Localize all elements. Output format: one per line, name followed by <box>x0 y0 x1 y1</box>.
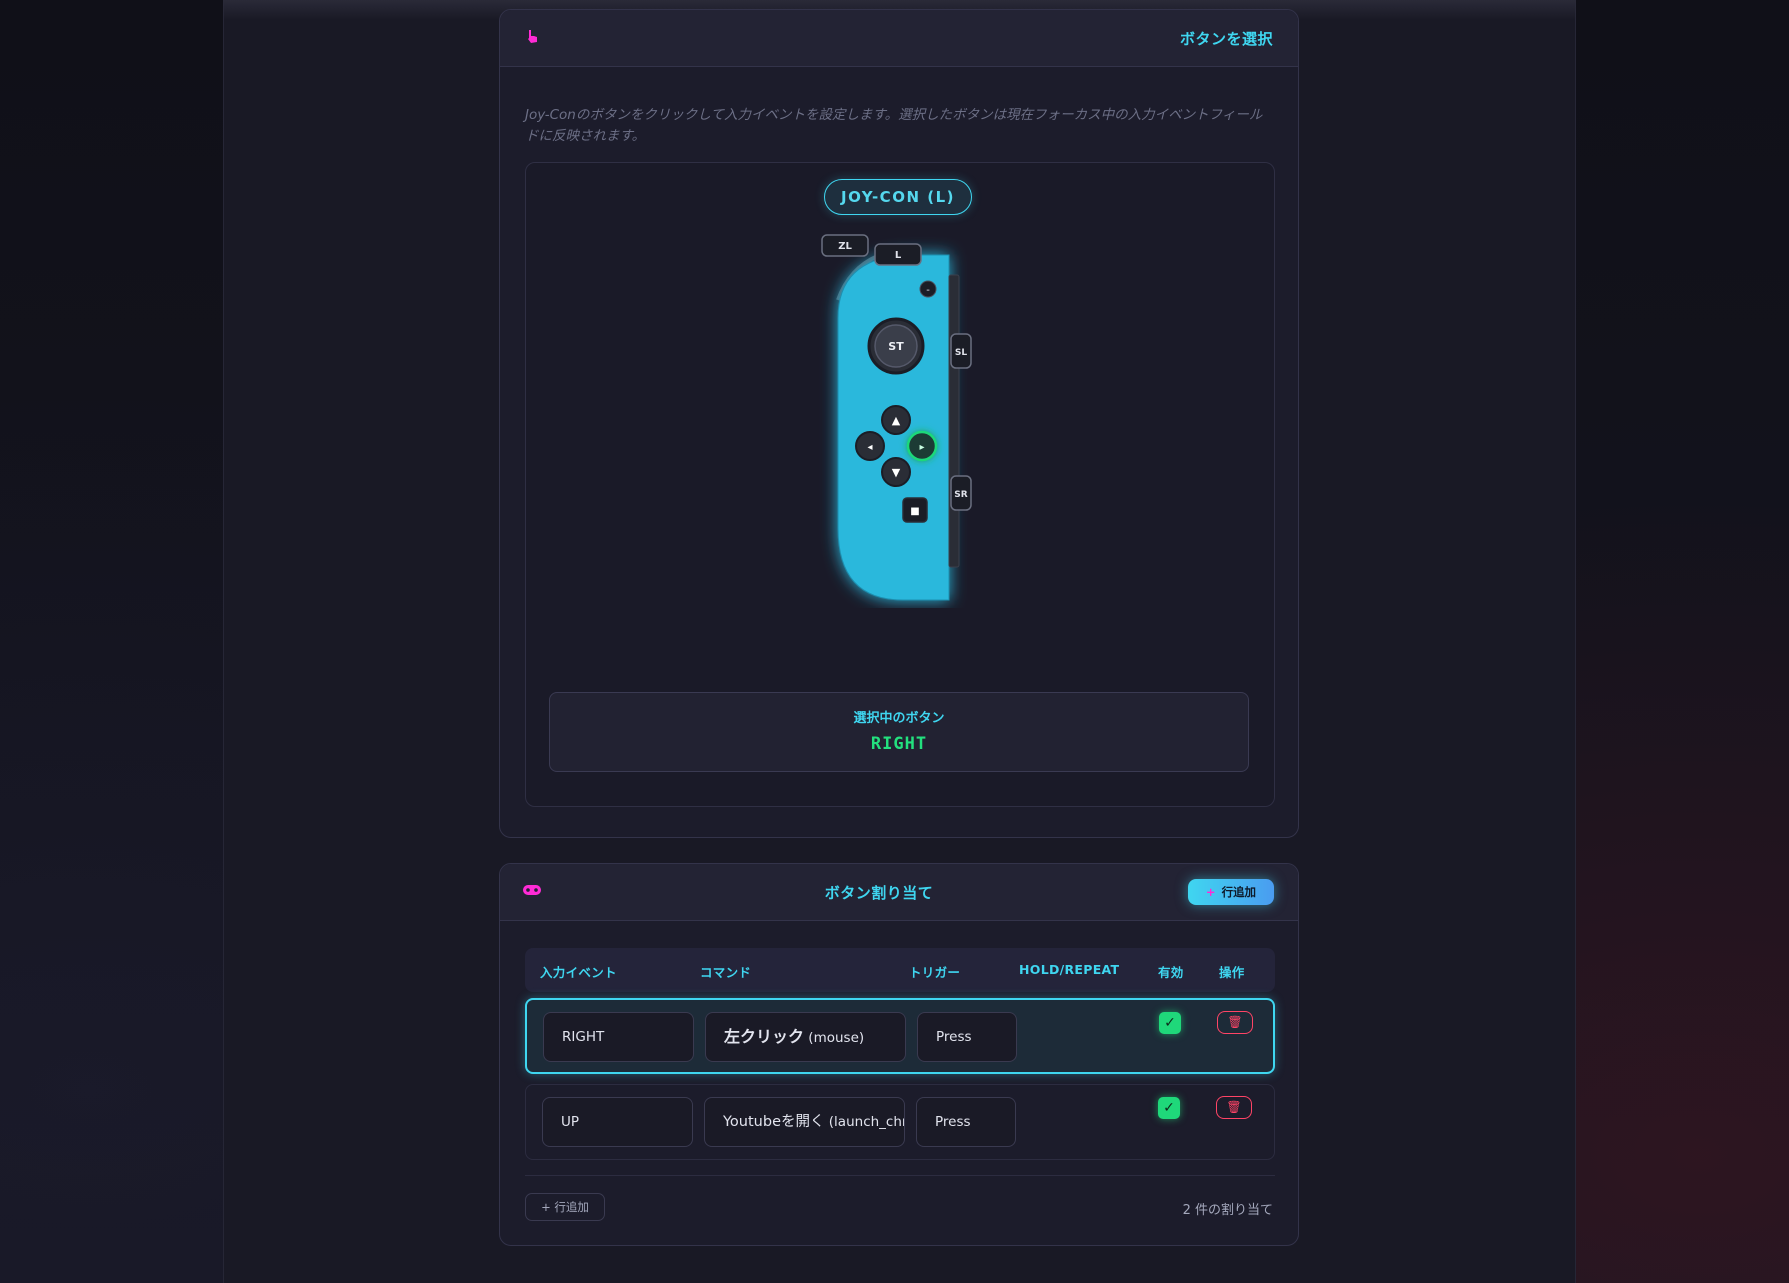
svg-text:■: ■ <box>910 506 919 517</box>
trash-icon: 🗑 <box>1226 1100 1242 1114</box>
add-row-button-top[interactable]: + 行追加 <box>1188 879 1274 905</box>
card-header: ボタン割り当て + 行追加 <box>500 864 1298 921</box>
delete-button[interactable]: 🗑 <box>1216 1096 1252 1119</box>
add-row-label: 行追加 <box>1221 885 1257 899</box>
command-select[interactable]: Youtubeを開く (launch_chrome) <box>704 1097 905 1147</box>
sl-button[interactable]: SL <box>950 333 972 369</box>
selected-button-display: 選択中のボタン RIGHT <box>549 692 1249 772</box>
add-row-label: 行追加 <box>554 1200 589 1214</box>
svg-text:▸: ▸ <box>919 442 924 453</box>
analog-stick[interactable]: ST <box>867 317 925 375</box>
svg-text:▼: ▼ <box>892 466 901 479</box>
controller-title: JOY-CON (L) <box>824 179 972 215</box>
column-header-event: 入力イベント <box>540 965 617 980</box>
enabled-checkbox[interactable]: ✓ <box>1158 1097 1180 1119</box>
svg-text:-: - <box>926 285 930 296</box>
svg-text:ST: ST <box>888 340 904 353</box>
l-button[interactable]: L <box>874 243 922 266</box>
command-type: (launch_chrome) <box>828 1114 905 1130</box>
svg-text:SL: SL <box>955 348 967 358</box>
sr-button[interactable]: SR <box>950 475 972 511</box>
zl-button[interactable]: ZL <box>821 234 869 257</box>
svg-text:SR: SR <box>954 490 967 500</box>
card-title: ボタンを選択 <box>1179 30 1273 48</box>
table-row: UP Youtubeを開く (launch_chrome) Press ✓ 🗑 <box>525 1084 1275 1160</box>
card-title: ボタン割り当て <box>824 884 934 902</box>
assignment-count: 2 件の割り当て <box>1182 1203 1273 1218</box>
command-select[interactable]: 左クリック (mouse) <box>705 1012 906 1062</box>
minus-button[interactable]: - <box>919 280 937 298</box>
plus-icon: + <box>541 1200 555 1214</box>
svg-text:◂: ◂ <box>867 442 872 453</box>
svg-text:▲: ▲ <box>892 414 901 427</box>
delete-button[interactable]: 🗑 <box>1217 1011 1253 1034</box>
event-input[interactable]: RIGHT <box>543 1012 694 1062</box>
button-assignment-card: ボタン割り当て + 行追加 入力イベント コマンド トリガー HOLD/REPEA… <box>499 863 1299 1246</box>
column-header-hold-repeat: HOLD/REPEAT <box>1019 962 1120 977</box>
column-header-enabled: 有効 <box>1158 965 1184 980</box>
dpad-right-button[interactable]: ▸ <box>906 430 938 462</box>
pointer-hand-icon <box>522 28 542 48</box>
selected-button-value: RIGHT <box>870 734 928 754</box>
column-header-trigger: トリガー <box>909 965 961 980</box>
capture-button[interactable]: ■ <box>902 497 928 523</box>
plus-icon: + <box>1205 885 1216 899</box>
trigger-select[interactable]: Press <box>916 1097 1016 1147</box>
dpad-up-button[interactable]: ▲ <box>881 405 911 435</box>
divider <box>525 1175 1275 1176</box>
command-type: (mouse) <box>804 1030 865 1046</box>
svg-text:ZL: ZL <box>838 241 852 252</box>
table-header: 入力イベント コマンド トリガー HOLD/REPEAT 有効 操作 <box>525 948 1275 992</box>
event-input[interactable]: UP <box>542 1097 693 1147</box>
joycon-controller: ZL L - ST SL SR ▲ ◂ ▸ ▼ ■ <box>821 234 972 601</box>
dpad-left-button[interactable]: ◂ <box>855 431 885 461</box>
trash-icon: 🗑 <box>1227 1015 1243 1029</box>
column-header-actions: 操作 <box>1219 965 1245 980</box>
add-row-button-bottom[interactable]: + 行追加 <box>525 1193 605 1221</box>
card-description: Joy-Conのボタンをクリックして入力イベントを設定します。選択したボタンは現… <box>525 107 1263 144</box>
enabled-checkbox[interactable]: ✓ <box>1159 1012 1181 1034</box>
column-header-command: コマンド <box>700 965 752 980</box>
trigger-select[interactable]: Press <box>917 1012 1017 1062</box>
card-header: ボタンを選択 <box>500 10 1298 67</box>
joycon-rail <box>948 274 960 568</box>
table-row: RIGHT 左クリック (mouse) Press ✓ 🗑 <box>525 998 1275 1074</box>
svg-text:L: L <box>895 250 902 261</box>
dpad-down-button[interactable]: ▼ <box>881 457 911 487</box>
selected-button-label: 選択中のボタン <box>853 711 945 726</box>
command-name: 左クリック <box>724 1027 805 1046</box>
command-name: Youtubeを開く <box>723 1114 825 1130</box>
